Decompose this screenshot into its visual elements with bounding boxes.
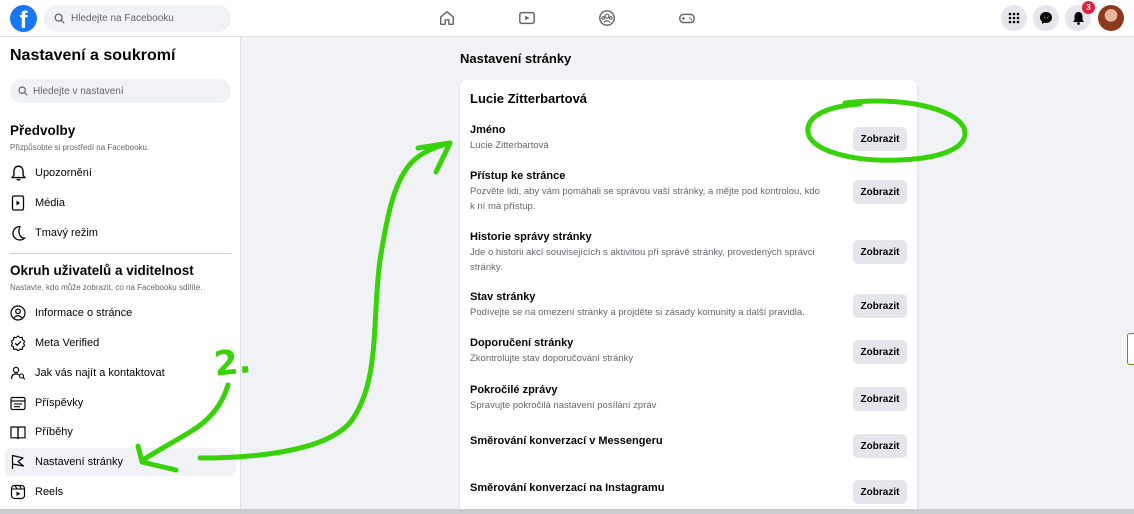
sidebar-item-label: Upozornění: [35, 167, 92, 179]
sidebar-item-label: Příběhy: [35, 426, 73, 438]
preferences-heading: Předvolby: [10, 123, 76, 138]
moon-icon: [9, 224, 27, 242]
show-button-name[interactable]: Zobrazit: [853, 127, 907, 151]
settings-search-input[interactable]: [33, 85, 183, 97]
messenger-button[interactable]: [1033, 5, 1059, 31]
person-search-icon: [9, 364, 27, 382]
setting-row-recommendations: Doporučení stránky Zkontrolujte stav dop…: [470, 337, 907, 366]
person-circle-icon: [9, 304, 27, 322]
sidebar-item-posts[interactable]: Příspěvky: [5, 389, 236, 417]
setting-label: Doporučení stránky: [470, 337, 574, 349]
sidebar-item-label: Jak vás najít a kontaktovat: [35, 367, 165, 379]
sidebar-item-label: Tmavý režim: [35, 227, 98, 239]
facebook-search-input[interactable]: [71, 13, 221, 24]
menu-grid-button[interactable]: [1001, 5, 1027, 31]
sidebar-item-label: Média: [35, 197, 65, 209]
setting-label: Přístup ke stránce: [470, 170, 566, 182]
sidebar-item-notifications[interactable]: Upozornění: [5, 159, 236, 187]
search-icon: [54, 13, 65, 24]
setting-description: Lucie Zitterbartová: [470, 140, 549, 151]
book-icon: [9, 423, 27, 441]
sidebar-item-label: Informace o stránce: [35, 307, 133, 319]
sidebar-item-reels[interactable]: Reels: [5, 478, 236, 506]
setting-description: Spravujte pokročilá nastavení posílání z…: [470, 400, 657, 411]
settings-search[interactable]: [10, 79, 231, 103]
setting-label: Pokročilé zprávy: [470, 384, 558, 396]
page-title: Nastavení stránky: [460, 51, 572, 66]
messenger-icon: [1040, 12, 1052, 24]
top-navigation-bar: f 3: [0, 0, 1134, 37]
card-title: Lucie Zitterbartová: [470, 91, 588, 106]
show-button-instagram-routing[interactable]: Zobrazit: [853, 480, 907, 504]
reels-icon: [9, 483, 27, 501]
home-icon[interactable]: [437, 8, 457, 28]
setting-row-management-history: Historie správy stránky Jde o historii a…: [470, 231, 907, 275]
setting-row-advanced-messaging: Pokročilé zprávy Spravujte pokročilá nas…: [470, 384, 907, 413]
sidebar-item-page-info[interactable]: Informace o stránce: [5, 299, 236, 327]
setting-description: Zkontrolujte stav doporučování stránky: [470, 353, 634, 364]
setting-label: Historie správy stránky: [470, 231, 592, 243]
bell-icon: [1072, 12, 1084, 25]
setting-description: Podívejte se na omezení stránky a projdě…: [470, 307, 805, 318]
setting-row-page-status: Stav stránky Podívejte se na omezení str…: [470, 291, 907, 320]
sidebar-item-stories[interactable]: Příběhy: [5, 418, 236, 446]
show-button-advanced-messaging[interactable]: Zobrazit: [853, 387, 907, 411]
setting-label: Stav stránky: [470, 291, 536, 303]
sidebar-title: Nastavení a soukromí: [10, 47, 176, 64]
show-button-page-status[interactable]: Zobrazit: [853, 294, 907, 318]
show-button-page-access[interactable]: Zobrazit: [853, 180, 907, 204]
posts-icon: [9, 394, 27, 412]
sidebar-item-label: Příspěvky: [35, 397, 84, 409]
show-button-management-history[interactable]: Zobrazit: [853, 240, 907, 264]
preferences-subtitle: Přizpůsobte si prostředí na Facebooku.: [10, 143, 150, 152]
facebook-logo[interactable]: f: [10, 5, 37, 32]
setting-label: Směrování konverzací v Messengeru: [470, 435, 663, 447]
section-divider: [10, 253, 231, 254]
setting-row-messenger-routing: Směrování konverzací v Messengeru Zobraz…: [470, 434, 907, 458]
page-settings-card: Lucie Zitterbartová Jméno Lucie Zitterba…: [460, 80, 917, 514]
sidebar-item-find-contact[interactable]: Jak vás najít a kontaktovat: [5, 359, 236, 387]
sidebar-item-label: Reels: [35, 486, 64, 498]
setting-row-page-access: Přístup ke stránce Pozvěte lidi, aby vám…: [470, 170, 907, 214]
sidebar-item-label: Meta Verified: [35, 337, 100, 349]
menu-grid-icon: [1008, 12, 1020, 24]
setting-label: Směrování konverzací na Instagramu: [470, 482, 665, 494]
profile-avatar[interactable]: [1098, 5, 1124, 31]
video-icon[interactable]: [517, 8, 537, 28]
bell-icon: [9, 164, 27, 182]
setting-label: Jméno: [470, 124, 506, 136]
sidebar-item-meta-verified[interactable]: Meta Verified: [5, 329, 236, 357]
setting-row-instagram-routing: Směrování konverzací na Instagramu Zobra…: [470, 480, 907, 504]
sidebar-item-label: Nastavení stránky: [35, 456, 124, 468]
groups-icon[interactable]: [597, 8, 617, 28]
gaming-icon[interactable]: [677, 8, 697, 28]
sidebar-item-dark-mode[interactable]: Tmavý režim: [5, 219, 236, 247]
audience-heading: Okruh uživatelů a viditelnost: [10, 263, 194, 278]
sidebar-item-page-settings[interactable]: Nastavení stránky: [5, 448, 236, 476]
notifications-badge: 3: [1082, 1, 1095, 14]
horizontal-scrollbar[interactable]: [0, 509, 1134, 514]
show-button-recommendations[interactable]: Zobrazit: [853, 340, 907, 364]
setting-description: Jde o historii akcí souvisejících s akti…: [470, 247, 815, 273]
sidebar-item-media[interactable]: Média: [5, 189, 236, 217]
setting-description: Pozvěte lidi, aby vám pomáhali se správo…: [470, 186, 820, 212]
verified-badge-icon: [9, 334, 27, 352]
search-icon: [18, 86, 28, 96]
annotation-arrow-head-top: [415, 140, 453, 175]
show-button-messenger-routing[interactable]: Zobrazit: [853, 434, 907, 458]
settings-sidebar: Nastavení a soukromí Předvolby Přizpůsob…: [0, 37, 241, 514]
setting-row-name: Jméno Lucie Zitterbartová Zobrazit: [470, 124, 907, 153]
media-icon: [9, 194, 27, 212]
audience-subtitle: Nastavte, kdo může zobrazit, co na Faceb…: [10, 283, 203, 292]
flag-icon: [9, 453, 27, 471]
notifications-button[interactable]: 3: [1065, 1, 1095, 31]
facebook-search[interactable]: [44, 5, 231, 32]
side-panel-tab[interactable]: [1127, 333, 1134, 365]
